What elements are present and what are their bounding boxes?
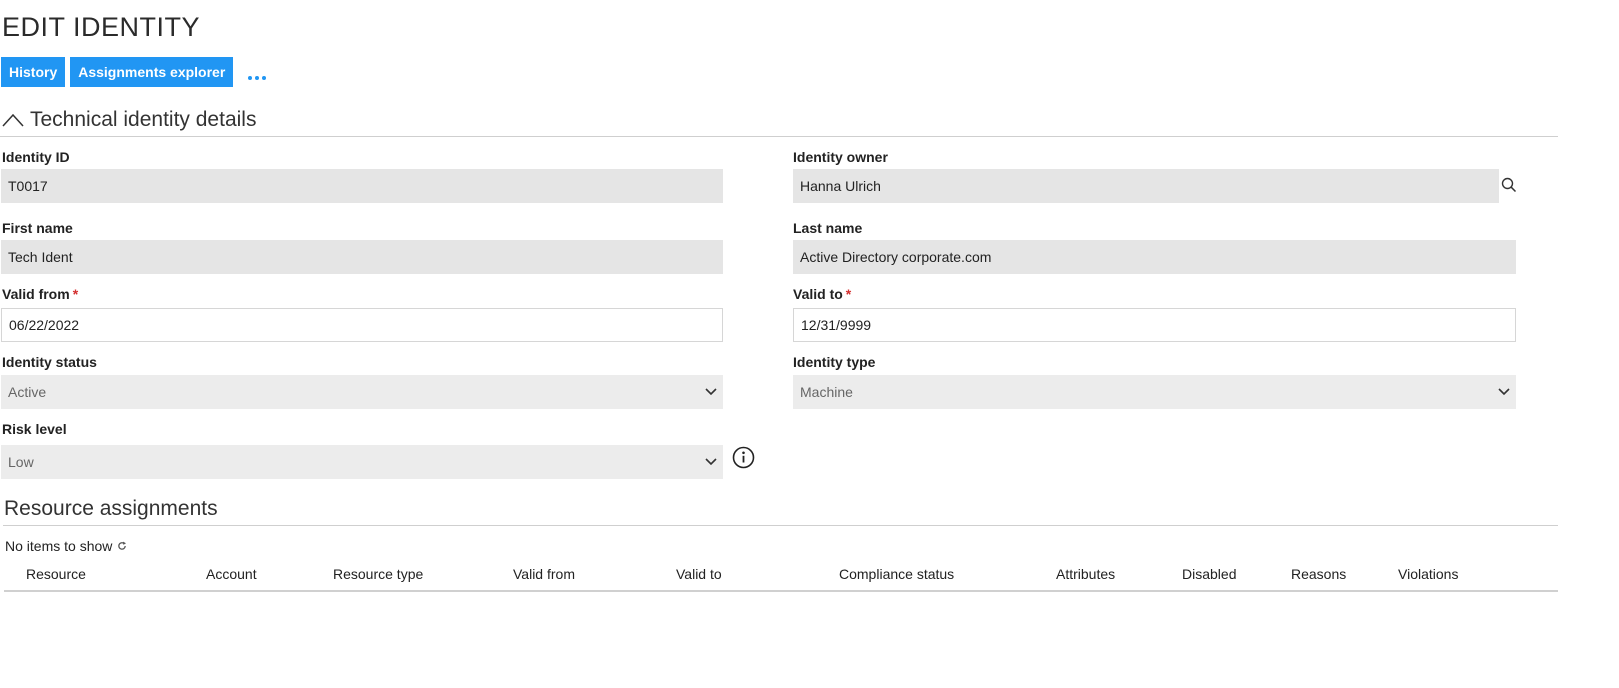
- identity-type-label: Identity type: [793, 354, 876, 370]
- last-name-field[interactable]: Active Directory corporate.com: [793, 240, 1516, 274]
- empty-state: No items to show: [5, 538, 127, 554]
- valid-from-input[interactable]: 06/22/2022: [1, 308, 723, 342]
- chevron-down-icon: [705, 458, 717, 466]
- history-button[interactable]: History: [1, 57, 66, 87]
- risk-level-label: Risk level: [2, 421, 67, 437]
- column-header-reasons[interactable]: Reasons: [1291, 566, 1346, 582]
- valid-to-value: 12/31/9999: [801, 317, 872, 333]
- page-title: EDIT IDENTITY: [2, 12, 201, 42]
- column-header-valid-from[interactable]: Valid from: [513, 566, 575, 582]
- identity-id-value: T0017: [8, 178, 48, 194]
- identity-status-value: Active: [8, 384, 47, 400]
- section-resource-assignments: Resource assignments: [3, 493, 1558, 526]
- identity-owner-field[interactable]: Hanna Ulrich: [793, 169, 1499, 203]
- empty-state-text: No items to show: [5, 538, 113, 554]
- chevron-up-icon[interactable]: [0, 107, 26, 133]
- column-header-valid-to[interactable]: Valid to: [676, 566, 722, 582]
- identity-id-label: Identity ID: [2, 149, 70, 165]
- column-header-compliance-status[interactable]: Compliance status: [839, 566, 954, 582]
- required-mark: *: [72, 286, 79, 302]
- column-header-resource-type[interactable]: Resource type: [333, 566, 423, 582]
- column-header-attributes[interactable]: Attributes: [1056, 566, 1115, 582]
- identity-type-value: Machine: [800, 384, 853, 400]
- valid-from-value: 06/22/2022: [9, 317, 80, 333]
- valid-from-label: Valid from *: [2, 286, 79, 302]
- identity-status-label: Identity status: [2, 354, 97, 370]
- risk-level-value: Low: [8, 454, 34, 470]
- section-technical-identity-details: Technical identity details: [0, 104, 1558, 137]
- identity-status-select[interactable]: Active: [1, 375, 723, 409]
- chevron-down-icon: [1498, 388, 1510, 396]
- valid-to-label: Valid to *: [793, 286, 852, 302]
- column-header-resource[interactable]: Resource: [26, 566, 86, 582]
- identity-owner-value: Hanna Ulrich: [800, 178, 881, 194]
- column-header-violations[interactable]: Violations: [1398, 566, 1458, 582]
- first-name-field[interactable]: Tech Ident: [1, 240, 723, 274]
- section-title: Resource assignments: [4, 497, 218, 520]
- first-name-value: Tech Ident: [8, 249, 73, 265]
- more-actions-icon[interactable]: [248, 64, 267, 80]
- valid-to-input[interactable]: 12/31/9999: [793, 308, 1516, 342]
- identity-type-select[interactable]: Machine: [793, 375, 1516, 409]
- assignments-explorer-button[interactable]: Assignments explorer: [70, 57, 234, 87]
- last-name-label: Last name: [793, 220, 863, 236]
- risk-level-select[interactable]: Low: [1, 445, 723, 479]
- column-header-disabled[interactable]: Disabled: [1182, 566, 1236, 582]
- toolbar: History Assignments explorer: [1, 57, 267, 87]
- chevron-down-icon: [705, 388, 717, 396]
- refresh-icon[interactable]: [117, 541, 127, 551]
- info-icon[interactable]: [731, 445, 755, 469]
- section-title: Technical identity details: [30, 108, 257, 131]
- search-icon[interactable]: [1500, 176, 1518, 194]
- first-name-label: First name: [2, 220, 73, 236]
- identity-id-field[interactable]: T0017: [1, 169, 723, 203]
- table-header: Resource Account Resource type Valid fro…: [4, 562, 1558, 592]
- required-mark: *: [845, 286, 852, 302]
- column-header-account[interactable]: Account: [206, 566, 257, 582]
- identity-owner-label: Identity owner: [793, 149, 888, 165]
- last-name-value: Active Directory corporate.com: [800, 249, 992, 265]
